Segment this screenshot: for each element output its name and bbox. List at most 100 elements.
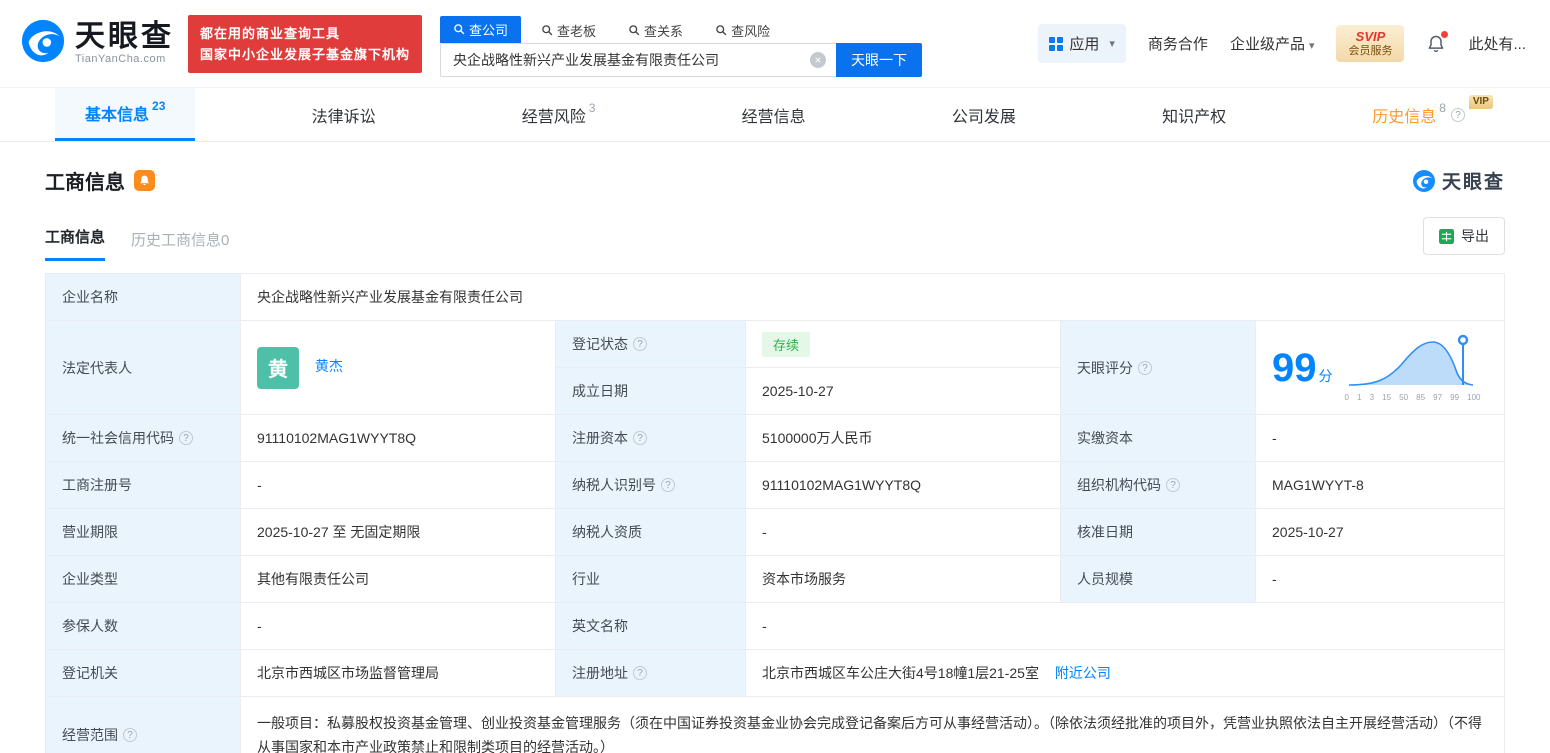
vip-badge: VIP bbox=[1468, 95, 1493, 109]
subtab-history-registration[interactable]: 历史工商信息0 bbox=[131, 229, 229, 261]
company-type-value: 其他有限责任公司 bbox=[240, 555, 556, 603]
excel-icon bbox=[1439, 228, 1454, 244]
taxpayer-quality-value: - bbox=[745, 508, 1061, 556]
section-title: 工商信息 bbox=[45, 172, 125, 194]
brand-name: 天眼查 bbox=[75, 19, 174, 53]
field-label: 企业类型 bbox=[62, 571, 118, 587]
field-label: 法定代表人 bbox=[62, 359, 132, 376]
search-tabs: 查公司 查老板 查关系 查风险 bbox=[440, 15, 922, 43]
search-area: 查公司 查老板 查关系 查风险 天眼一下 bbox=[440, 15, 923, 77]
tab-operating-risk[interactable]: 经营风险 3 bbox=[492, 88, 626, 141]
tab-company-development[interactable]: 公司发展 bbox=[922, 88, 1046, 141]
reg-capital-value: 5100000万人民币 bbox=[745, 414, 1061, 462]
tab-legal-proceedings[interactable]: 法律诉讼 bbox=[282, 88, 406, 141]
field-label: 核准日期 bbox=[1077, 524, 1133, 540]
help-icon[interactable] bbox=[633, 666, 647, 680]
field-label: 人员规模 bbox=[1077, 571, 1133, 587]
tab-basic-info[interactable]: 基本信息 23 bbox=[55, 88, 196, 141]
field-label: 营业期限 bbox=[62, 524, 118, 540]
slogan-line2: 国家中小企业发展子基金旗下机构 bbox=[200, 46, 411, 62]
org-code-value: MAG1WYYT-8 bbox=[1255, 461, 1505, 509]
legal-rep-avatar[interactable]: 黄 bbox=[257, 346, 299, 389]
registration-status-badge: 存续 bbox=[762, 331, 811, 357]
field-label: 统一社会信用代码 bbox=[62, 430, 174, 446]
svip-member-button[interactable]: SVIP 会员服务 bbox=[1336, 25, 1405, 62]
company-section-tabs: 基本信息 23 法律诉讼 经营风险 3 经营信息 公司发展 知识产权 历史信息 … bbox=[0, 88, 1550, 142]
enterprise-products-menu[interactable]: 企业级产品 bbox=[1230, 33, 1315, 54]
table-row: 统一社会信用代码 91110102MAG1WYYT8Q 注册资本 5100000… bbox=[45, 414, 1505, 462]
establish-date-value: 2025-10-27 bbox=[745, 367, 1061, 415]
score-unit: 分 bbox=[1318, 367, 1333, 384]
watermark-brand: 天眼查 bbox=[1441, 172, 1505, 193]
field-label: 参保人数 bbox=[62, 618, 118, 634]
tab-history-info[interactable]: 历史信息 8 VIP bbox=[1342, 88, 1495, 141]
tab-intellectual-property[interactable]: 知识产权 bbox=[1132, 88, 1256, 141]
help-icon[interactable] bbox=[633, 431, 647, 445]
brand-domain: TianYanCha.com bbox=[75, 53, 166, 66]
apps-menu-button[interactable]: 应用 bbox=[1038, 24, 1126, 63]
search-tab-company[interactable]: 查公司 bbox=[440, 15, 522, 43]
search-button[interactable]: 天眼一下 bbox=[836, 42, 923, 77]
tab-business-info[interactable]: 经营信息 bbox=[712, 88, 836, 141]
export-button[interactable]: 导出 bbox=[1423, 217, 1505, 255]
help-icon[interactable] bbox=[661, 478, 675, 492]
help-icon[interactable] bbox=[1138, 360, 1152, 375]
subtab-business-registration[interactable]: 工商信息 bbox=[45, 226, 106, 261]
table-row: 经营范围 一般项目：私募股权投资基金管理、创业投资基金管理服务（须在中国证券投资… bbox=[45, 696, 1505, 753]
tianyancha-logo-icon bbox=[1412, 169, 1435, 192]
help-icon[interactable] bbox=[1450, 107, 1465, 122]
search-tab-relation[interactable]: 查关系 bbox=[622, 18, 689, 43]
field-label: 英文名称 bbox=[572, 618, 628, 634]
help-icon[interactable] bbox=[123, 727, 137, 742]
help-icon[interactable] bbox=[1166, 478, 1180, 492]
field-label: 实缴资本 bbox=[1077, 430, 1133, 446]
legal-rep-name-link[interactable]: 黄杰 bbox=[315, 358, 343, 374]
company-search-input[interactable] bbox=[440, 42, 837, 77]
notification-dot bbox=[1441, 30, 1449, 38]
tianyancha-logo-icon bbox=[20, 18, 66, 69]
insured-count-value: - bbox=[240, 602, 556, 650]
tianyancha-watermark: 天眼查 bbox=[1412, 167, 1505, 194]
header-right-nav: 应用 商务合作 企业级产品 SVIP 会员服务 此处有... bbox=[1038, 24, 1526, 63]
table-row: 登记机关 北京市西城区市场监督管理局 注册地址 北京市西城区车公庄大街4号18幢… bbox=[45, 649, 1505, 697]
help-icon[interactable] bbox=[179, 431, 193, 445]
table-row: 法定代表人 黄 黄杰 登记状态 存续 天眼评分 99分 bbox=[45, 320, 1505, 415]
subscribe-bell-icon[interactable] bbox=[134, 170, 155, 191]
score-distribution-chart: 0 1 3 15 50 85 97 99 100 bbox=[1345, 333, 1485, 402]
slogan-line1: 都在用的商业查询工具 bbox=[200, 25, 341, 41]
user-account[interactable]: 此处有... bbox=[1468, 33, 1526, 54]
help-icon[interactable] bbox=[633, 337, 647, 351]
english-name-value: - bbox=[745, 602, 1505, 650]
approval-date-value: 2025-10-27 bbox=[1255, 508, 1505, 556]
field-label: 行业 bbox=[572, 571, 600, 587]
table-row: 营业期限 2025-10-27 至 无固定期限 纳税人资质 - 核准日期 202… bbox=[45, 508, 1505, 556]
svip-subtitle: 会员服务 bbox=[1348, 44, 1393, 57]
slogan-banner: 都在用的商业查询工具 国家中小企业发展子基金旗下机构 bbox=[188, 14, 423, 73]
registration-info-table: 企业名称 央企战略性新兴产业发展基金有限责任公司 法定代表人 黄 黄杰 登记状态… bbox=[45, 273, 1505, 753]
nearby-companies-link[interactable]: 附近公司 bbox=[1055, 665, 1111, 681]
paid-capital-value: - bbox=[1255, 414, 1505, 462]
field-label: 注册资本 bbox=[572, 430, 628, 446]
field-label: 经营范围 bbox=[62, 726, 118, 743]
top-header: 天眼查 TianYanCha.com 都在用的商业查询工具 国家中小企业发展子基… bbox=[0, 0, 1550, 88]
main-content: 工商信息 天眼查 工商信息 历史工商信息0 导出 企业名称 央企战略性新兴产业发… bbox=[0, 166, 1550, 753]
search-icon bbox=[629, 25, 640, 36]
search-tab-risk[interactable]: 查风险 bbox=[709, 18, 776, 43]
notifications-bell-icon[interactable] bbox=[1426, 30, 1449, 55]
field-label: 登记机关 bbox=[62, 665, 118, 681]
field-label: 天眼评分 bbox=[1077, 359, 1133, 376]
field-label: 组织机构代码 bbox=[1077, 477, 1161, 493]
field-label: 成立日期 bbox=[572, 383, 628, 399]
business-cooperation-link[interactable]: 商务合作 bbox=[1148, 33, 1208, 54]
field-label: 登记状态 bbox=[572, 336, 628, 352]
search-tab-boss[interactable]: 查老板 bbox=[535, 18, 602, 43]
tab-count: 3 bbox=[588, 100, 596, 115]
tianyancha-logo[interactable]: 天眼查 TianYanCha.com bbox=[20, 18, 174, 69]
table-row: 企业名称 央企战略性新兴产业发展基金有限责任公司 bbox=[45, 273, 1505, 321]
field-label: 工商注册号 bbox=[62, 477, 132, 493]
tianyan-score: 99 分 0 1 3 15 50 85 97 99 100 bbox=[1272, 333, 1488, 402]
svip-title: SVIP bbox=[1355, 29, 1386, 45]
field-label: 纳税人识别号 bbox=[572, 477, 656, 493]
clear-search-icon[interactable] bbox=[810, 51, 827, 68]
reg-address-value: 北京市西城区车公庄大街4号18幢1层21-25室 bbox=[762, 665, 1039, 681]
